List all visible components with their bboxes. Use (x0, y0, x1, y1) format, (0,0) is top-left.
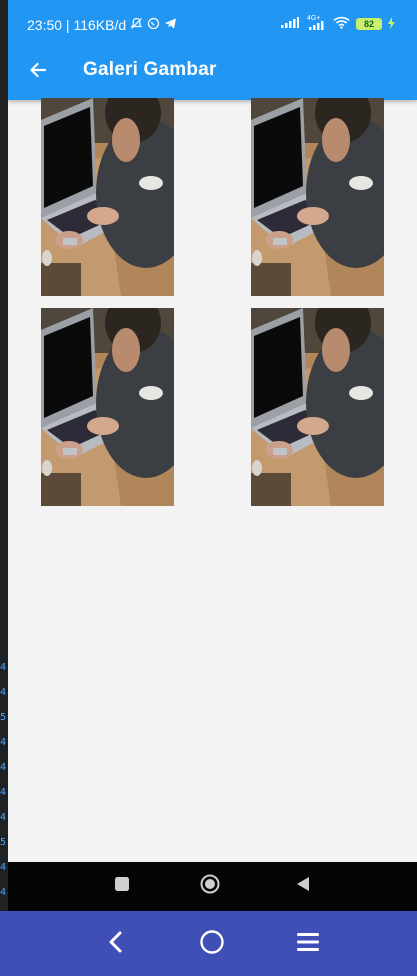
strip-mark: 4 (0, 738, 7, 748)
host-back-button[interactable] (102, 930, 130, 958)
strip-mark: 4 (0, 688, 7, 698)
system-nav-bar (8, 862, 417, 911)
screen-frame: 44544445445 23:50 | 116KB/d (0, 0, 417, 976)
wifi-icon (333, 16, 350, 32)
strip-mark: 5 (0, 713, 7, 723)
gallery-image[interactable] (41, 98, 174, 296)
strip-mark: 4 (0, 863, 7, 873)
circle-icon (200, 874, 220, 899)
back-button[interactable] (22, 56, 54, 88)
laptop-photo (41, 308, 174, 506)
triangle-icon (296, 876, 310, 897)
laptop-photo (41, 98, 174, 296)
host-home-button[interactable] (198, 929, 226, 960)
status-time: 23:50 | 116KB/d (27, 17, 127, 33)
gallery-image[interactable] (41, 308, 174, 506)
strip-mark: 4 (0, 763, 7, 773)
strip-mark: 4 (0, 663, 7, 673)
chevron-left-icon (107, 931, 125, 958)
bell-muted-icon (130, 17, 143, 33)
telegram-icon (164, 17, 177, 33)
battery-icon: 82 (356, 18, 382, 30)
laptop-photo (251, 98, 384, 296)
hamburger-icon (296, 932, 320, 957)
arrow-left-icon (28, 60, 48, 85)
status-right: 4G+ 82 (281, 15, 395, 32)
status-left: 23:50 | 116KB/d (27, 17, 177, 33)
gallery-image[interactable] (251, 98, 384, 296)
whatsapp-icon (147, 17, 160, 33)
phone-screen: 23:50 | 116KB/d 4G+ 82 Galeri Gambar (8, 0, 417, 911)
status-bar: 23:50 | 116KB/d 4G+ 82 (8, 0, 417, 44)
home-button[interactable] (198, 874, 222, 898)
gallery-image[interactable] (251, 308, 384, 506)
charging-icon (388, 16, 395, 32)
recents-button[interactable] (110, 874, 134, 898)
strip-mark: 4 (0, 788, 7, 798)
app-bar: Galeri Gambar (8, 44, 417, 100)
battery-level: 82 (363, 19, 374, 29)
signal-4g-icon: 4G+ (305, 15, 327, 31)
laptop-photo (251, 308, 384, 506)
host-menu-button[interactable] (294, 930, 322, 958)
strip-mark: 5 (0, 838, 7, 848)
left-desktop-strip: 44544445445 (0, 0, 8, 976)
strip-mark: 4 (0, 888, 7, 898)
square-icon (115, 876, 129, 896)
back-nav-button[interactable] (291, 874, 315, 898)
host-nav-bar (0, 911, 417, 976)
strip-mark: 4 (0, 813, 7, 823)
signal-icon (281, 17, 299, 31)
page-title: Galeri Gambar (83, 59, 217, 80)
circle-icon (199, 929, 225, 960)
